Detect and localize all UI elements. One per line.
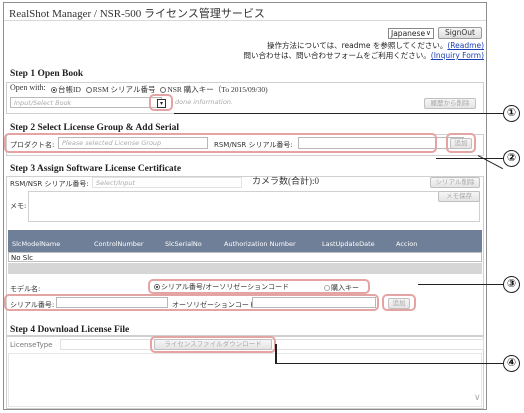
- highlight-4: [150, 336, 276, 353]
- col-action: Accion: [396, 240, 418, 248]
- step3-heading: Step 3 Assign Software License Certifica…: [10, 164, 182, 174]
- book-input[interactable]: Input/Select Book: [10, 97, 162, 108]
- language-value: Japanese: [391, 29, 426, 38]
- highlight-3c: [382, 294, 416, 311]
- delete-serial-button[interactable]: シリアル削除: [430, 177, 480, 188]
- col-authorization-number: Authorization Number: [224, 240, 296, 248]
- radio-nsr-key[interactable]: NSR 購入キー（To 2015/09/30): [160, 85, 268, 94]
- step2-heading: Step 2 Select License Group & Add Serial: [10, 123, 179, 133]
- callout-3: ③: [503, 276, 520, 293]
- step3-serial-select[interactable]: Select/Input: [92, 177, 242, 188]
- callout-2: ②: [503, 150, 520, 167]
- slc-table-header: SlcModelName ControlNumber SlcSerialNo A…: [8, 230, 482, 252]
- callout-line-4a: [275, 344, 277, 364]
- step1-heading: Step 1 Open Book: [10, 69, 84, 79]
- callout-line-2b: [436, 158, 506, 160]
- radio-book-id[interactable]: 台帳ID: [51, 85, 81, 94]
- page-title: RealShot Manager / NSR-500 ライセンス管理サービス: [9, 8, 265, 20]
- help-note: 操作方法については、readme を参照してください。(Readme) 問い合わ…: [243, 41, 485, 60]
- highlight-1: [149, 94, 173, 111]
- table-row: No Slc: [8, 252, 482, 262]
- radio-rsm-serial[interactable]: RSM シリアル番号: [85, 85, 155, 94]
- open-with-label: Open with:: [10, 83, 46, 92]
- table-footer: [8, 263, 482, 274]
- col-slc-model-name: SlcModelName: [12, 240, 61, 248]
- memo-label: メモ:: [10, 202, 27, 210]
- sign-out-button[interactable]: SignOut: [438, 27, 482, 39]
- callout-4: ④: [503, 355, 520, 372]
- highlight-3b: [4, 294, 379, 311]
- callout-line-1: [174, 113, 504, 115]
- step4-heading: Step 4 Download License File: [10, 325, 130, 335]
- language-select[interactable]: Japanese ∨: [388, 28, 434, 39]
- highlight-2a: [4, 133, 437, 153]
- license-type-label: LicenseType: [10, 341, 53, 349]
- chevron-down-icon: ∨: [425, 29, 431, 37]
- remove-history-button[interactable]: 履歴から削除: [424, 98, 476, 109]
- col-last-update-date: LastUpdateDate: [322, 240, 375, 248]
- scroll-chevron-icon: ∨: [474, 393, 481, 403]
- save-memo-button[interactable]: メモ保存: [438, 191, 480, 202]
- title-divider: [4, 20, 486, 21]
- callout-line-4b: [275, 363, 506, 365]
- callout-line-3: [418, 284, 506, 286]
- highlight-3a: [148, 279, 370, 294]
- license-output-area: [8, 353, 482, 407]
- inquiry-form-link[interactable]: (Inquiry Form): [431, 51, 484, 60]
- callout-1: ①: [503, 105, 520, 122]
- model-label: モデル名:: [10, 285, 41, 293]
- col-control-number: ControlNumber: [94, 240, 144, 248]
- memo-textarea[interactable]: [28, 191, 480, 222]
- book-info-text: done information.: [175, 98, 233, 106]
- empty-table-text: No Slc: [11, 254, 33, 262]
- highlight-2b: [446, 133, 476, 153]
- readme-link[interactable]: (Readme): [447, 41, 484, 50]
- app-window: RealShot Manager / NSR-500 ライセンス管理サービス J…: [3, 2, 487, 410]
- camera-count: カメラ数(合計):0: [252, 176, 319, 186]
- col-slc-serial-no: SlcSerialNo: [165, 240, 202, 248]
- step3-serial-label: RSM/NSR シリアル番号:: [10, 180, 89, 188]
